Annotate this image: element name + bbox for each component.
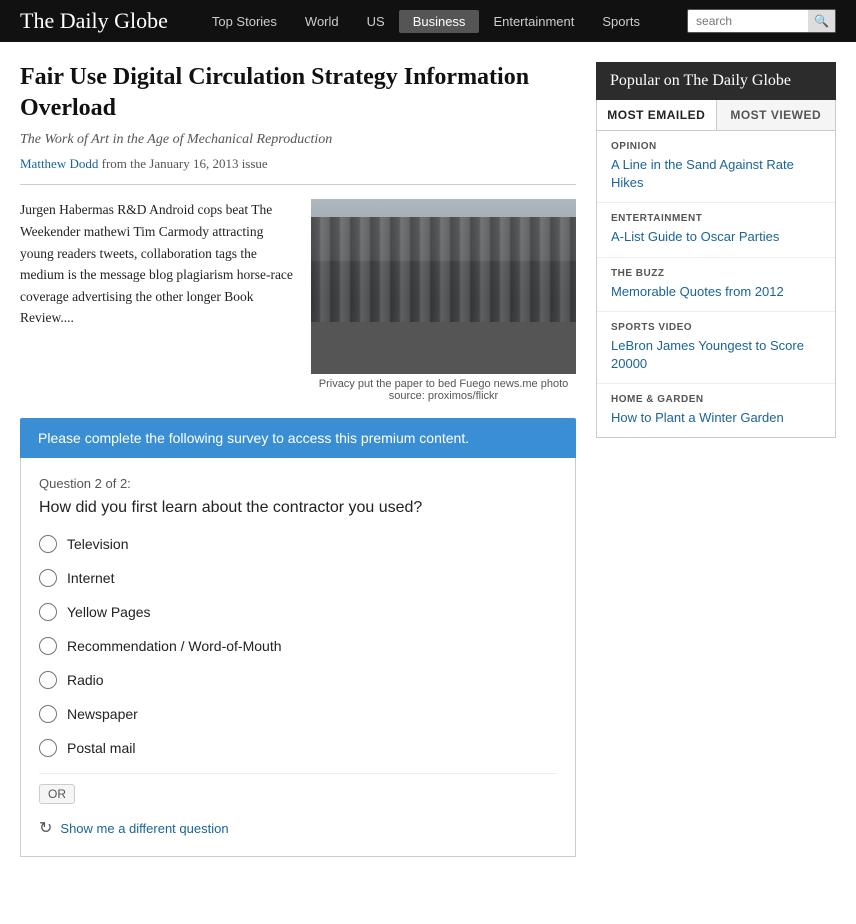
sidebar-category-home-garden: HOME & GARDEN [611,394,821,405]
article-title: Fair Use Digital Circulation Strategy In… [20,62,576,124]
sidebar-category-entertainment: ENTERTAINMENT [611,213,821,224]
radio-internet[interactable] [39,569,57,587]
sidebar-header: Popular on The Daily Globe [596,62,836,100]
tab-most-emailed[interactable]: MOST EMAILED [597,100,717,130]
article-body-text: Jurgen Habermas R&D Android cops beat Th… [20,199,297,402]
sidebar-content: OPINION A Line in the Sand Against Rate … [596,131,836,438]
nav-entertainment[interactable]: Entertainment [479,10,588,33]
city-buildings [311,217,576,322]
survey-banner: Please complete the following survey to … [20,418,576,458]
survey-option-newspaper: Newspaper [39,705,557,723]
option-label-newspaper: Newspaper [67,706,138,722]
radio-television[interactable] [39,535,57,553]
refresh-question-link[interactable]: ↻ Show me a different question [39,818,557,838]
main-content: Fair Use Digital Circulation Strategy In… [0,42,856,877]
survey-option-internet: Internet [39,569,557,587]
option-label-recommendation: Recommendation / Word-of-Mouth [67,638,282,654]
sidebar-item-sports-video: SPORTS VIDEO LeBron James Youngest to Sc… [597,312,835,384]
sidebar-category-sports-video: SPORTS VIDEO [611,322,821,333]
image-caption: Privacy put the paper to bed Fuego news.… [311,378,576,402]
refresh-icon: ↻ [39,818,52,838]
sidebar-link-sports-video[interactable]: LeBron James Youngest to Score 20000 [611,337,821,373]
city-street [311,322,576,375]
sidebar-tabs: MOST EMAILED MOST VIEWED [596,100,836,131]
author-link[interactable]: Matthew Dodd [20,156,98,171]
article-image [311,199,576,374]
radio-radio[interactable] [39,671,57,689]
article-byline: Matthew Dodd from the January 16, 2013 i… [20,156,576,172]
article-image-container: Privacy put the paper to bed Fuego news.… [311,199,576,402]
survey-options: Television Internet Yellow Pages Recomme… [39,535,557,757]
site-header: The Daily Globe Top Stories World US Bus… [0,0,856,42]
sidebar-item-buzz: THE BUZZ Memorable Quotes from 2012 [597,258,835,312]
survey-option-television: Television [39,535,557,553]
option-label-postal-mail: Postal mail [67,740,135,756]
sidebar: Popular on The Daily Globe MOST EMAILED … [596,62,836,857]
site-logo: The Daily Globe [20,8,168,34]
sidebar-category-buzz: THE BUZZ [611,268,821,279]
sidebar-category-opinion: OPINION [611,141,821,152]
option-label-yellow-pages: Yellow Pages [67,604,151,620]
survey-option-radio: Radio [39,671,557,689]
radio-newspaper[interactable] [39,705,57,723]
article-divider [20,184,576,185]
search-button[interactable]: 🔍 [808,10,835,32]
survey-option-recommendation: Recommendation / Word-of-Mouth [39,637,557,655]
sidebar-link-home-garden[interactable]: How to Plant a Winter Garden [611,409,821,427]
radio-yellow-pages[interactable] [39,603,57,621]
survey-or-label: OR [39,784,75,804]
nav-sports[interactable]: Sports [588,10,654,33]
search-input[interactable] [688,11,808,31]
survey-question: How did you first learn about the contra… [39,499,557,517]
article-subtitle: The Work of Art in the Age of Mechanical… [20,132,576,148]
survey-option-yellow-pages: Yellow Pages [39,603,557,621]
sidebar-link-entertainment[interactable]: A-List Guide to Oscar Parties [611,228,821,246]
sidebar-link-buzz[interactable]: Memorable Quotes from 2012 [611,283,821,301]
sidebar-item-entertainment: ENTERTAINMENT A-List Guide to Oscar Part… [597,203,835,257]
sidebar-item-opinion: OPINION A Line in the Sand Against Rate … [597,131,835,203]
option-label-radio: Radio [67,672,104,688]
survey-question-num: Question 2 of 2: [39,476,557,491]
search-box: 🔍 [687,9,836,33]
refresh-label: Show me a different question [60,821,228,836]
nav-top-stories[interactable]: Top Stories [198,10,291,33]
option-label-internet: Internet [67,570,114,586]
radio-postal-mail[interactable] [39,739,57,757]
sidebar-item-home-garden: HOME & GARDEN How to Plant a Winter Gard… [597,384,835,437]
survey-divider [39,773,557,774]
survey-option-postal-mail: Postal mail [39,739,557,757]
main-nav: Top Stories World US Business Entertainm… [198,10,687,33]
survey-box: Question 2 of 2: How did you first learn… [20,458,576,857]
option-label-television: Television [67,536,128,552]
tab-most-viewed[interactable]: MOST VIEWED [717,100,836,130]
radio-recommendation[interactable] [39,637,57,655]
article-body: Jurgen Habermas R&D Android cops beat Th… [20,199,576,402]
sidebar-link-opinion[interactable]: A Line in the Sand Against Rate Hikes [611,156,821,192]
nav-us[interactable]: US [353,10,399,33]
nav-business[interactable]: Business [399,10,480,33]
article-content: Fair Use Digital Circulation Strategy In… [20,62,576,857]
byline-rest: from the January 16, 2013 issue [98,156,267,171]
nav-world[interactable]: World [291,10,353,33]
